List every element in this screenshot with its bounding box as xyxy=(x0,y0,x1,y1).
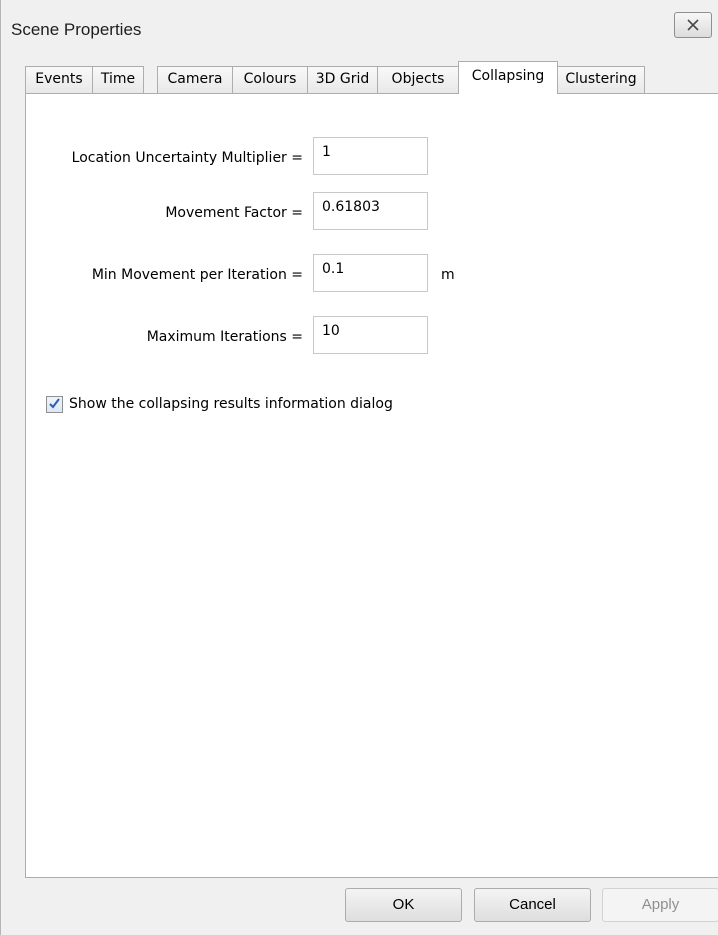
scene-properties-dialog: Scene Properties Events Time Camera Colo… xyxy=(0,0,718,935)
apply-button[interactable]: Apply xyxy=(602,888,718,922)
min-movement-unit: m xyxy=(441,267,455,283)
tab-strip: Events Time Camera Colours 3D Grid Objec… xyxy=(25,61,718,96)
min-movement-label: Min Movement per Iteration = xyxy=(91,267,303,283)
tab-camera[interactable]: Camera xyxy=(157,66,233,93)
tab-collapsing[interactable]: Collapsing xyxy=(458,61,558,94)
tab-events[interactable]: Events xyxy=(25,66,93,93)
tab-objects[interactable]: Objects xyxy=(377,66,459,93)
min-movement-input[interactable]: 0.1 xyxy=(313,254,428,292)
ok-button[interactable]: OK xyxy=(345,888,462,922)
location-uncertainty-input[interactable]: 1 xyxy=(313,137,428,175)
tab-colours[interactable]: Colours xyxy=(232,66,308,93)
show-results-checkbox[interactable] xyxy=(46,396,63,413)
movement-factor-label: Movement Factor = xyxy=(165,205,303,221)
tab-time[interactable]: Time xyxy=(92,66,144,93)
tab-clustering[interactable]: Clustering xyxy=(557,66,645,93)
title-bar: Scene Properties xyxy=(1,0,718,62)
close-icon xyxy=(686,16,700,35)
location-uncertainty-label: Location Uncertainty Multiplier = xyxy=(71,150,303,166)
close-button[interactable] xyxy=(674,12,712,38)
window-title: Scene Properties xyxy=(11,20,142,39)
tab-3d-grid[interactable]: 3D Grid xyxy=(307,66,378,93)
cancel-button[interactable]: Cancel xyxy=(474,888,591,922)
max-iterations-label: Maximum Iterations = xyxy=(146,329,303,345)
movement-factor-input[interactable]: 0.61803 xyxy=(313,192,428,230)
max-iterations-input[interactable]: 10 xyxy=(313,316,428,354)
show-results-label[interactable]: Show the collapsing results information … xyxy=(69,396,393,412)
checkmark-icon xyxy=(48,395,61,414)
